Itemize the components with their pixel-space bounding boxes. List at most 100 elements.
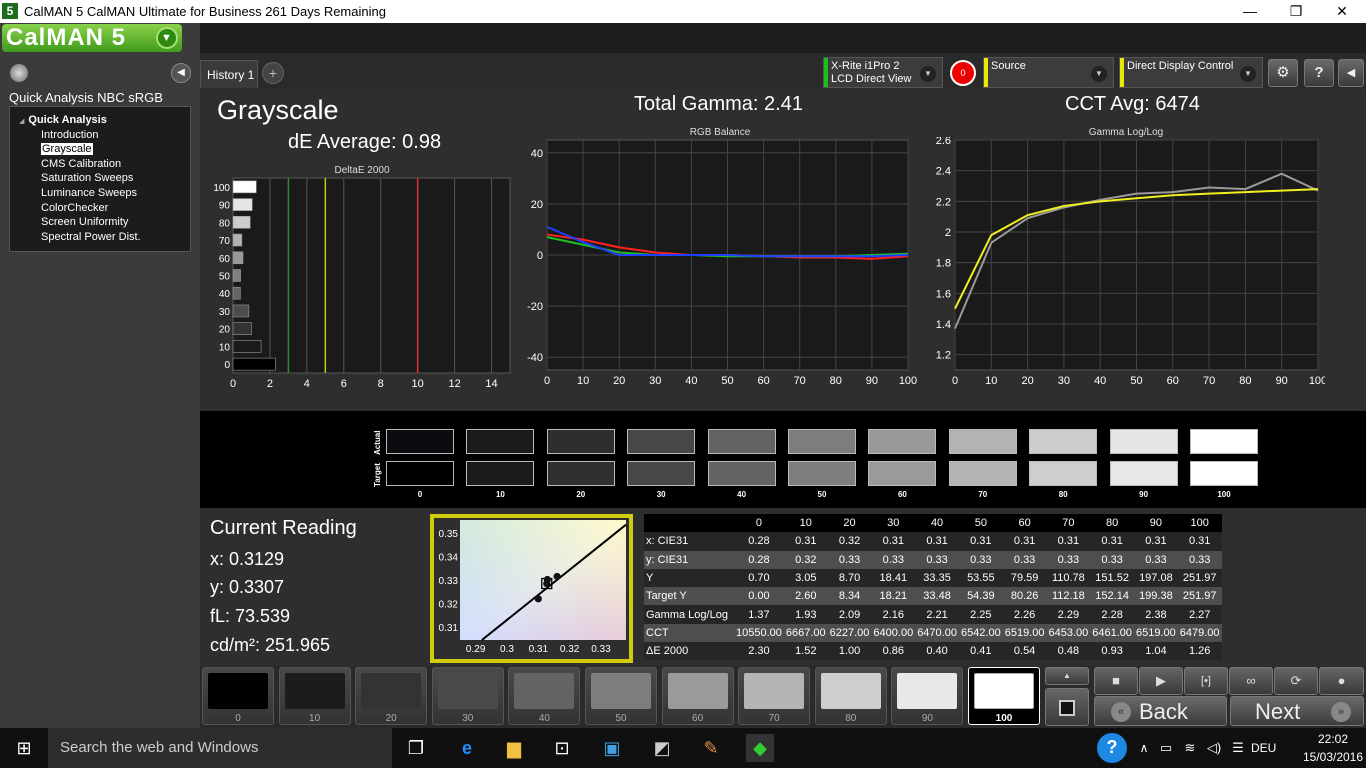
readings-table: 0 10 20 30 40 50 60 70 80 90 100 x: CIE31 0.28 0.31 0.… bbox=[644, 514, 1222, 661]
level-label: 80 bbox=[845, 713, 857, 724]
deltae-chart: 0 2 4 6 8 10 12 14 0 10 20 30 40 50 60 70 80 90 100 bbox=[213, 177, 511, 390]
x-tick-label: 70 bbox=[1203, 375, 1215, 387]
record-badge[interactable]: 0 bbox=[950, 60, 976, 86]
sidebar-item-introduction[interactable]: Introduction bbox=[41, 129, 98, 141]
tab-history-1[interactable]: History 1 bbox=[200, 60, 258, 88]
tree-root-quick-analysis[interactable]: ◢ Quick Analysis bbox=[19, 114, 107, 126]
level-button[interactable]: 0 bbox=[202, 667, 274, 725]
level-button[interactable]: 40 bbox=[508, 667, 581, 725]
target-swatch bbox=[1109, 461, 1178, 486]
next-button[interactable]: Next » bbox=[1230, 696, 1364, 726]
level-label: 60 bbox=[692, 713, 704, 724]
settings-gear-icon[interactable]: ⚙ bbox=[1268, 59, 1298, 87]
stop-measure-button[interactable] bbox=[1045, 688, 1089, 726]
level-button[interactable]: 70 bbox=[738, 667, 811, 725]
windows-start-icon[interactable]: ⊞ bbox=[10, 734, 38, 762]
stop-icon[interactable]: ■ bbox=[1094, 667, 1138, 695]
sidebar-item-spectral-power[interactable]: Spectral Power Dist. bbox=[41, 231, 141, 243]
actual-swatch bbox=[1190, 429, 1258, 454]
paint-icon[interactable]: ✎ bbox=[697, 734, 725, 762]
table-cell: 2.38 bbox=[1134, 605, 1178, 624]
file-explorer-icon[interactable]: ▆ bbox=[500, 734, 528, 762]
level-button[interactable]: 80 bbox=[814, 667, 887, 725]
circle-option-icon[interactable]: ● bbox=[1319, 667, 1364, 695]
cie-point bbox=[543, 575, 551, 584]
minimize-button[interactable]: — bbox=[1227, 0, 1273, 23]
display-selector[interactable]: Direct Display Control ▼ bbox=[1119, 57, 1263, 88]
maximize-button[interactable]: ❐ bbox=[1273, 0, 1319, 23]
meter-selector[interactable]: X-Rite i1Pro 2 LCD Direct View ▼ bbox=[823, 57, 943, 88]
control-panel-icon[interactable]: ▣ bbox=[598, 734, 626, 762]
close-button[interactable]: ✕ bbox=[1319, 0, 1365, 23]
sidebar-item-colorchecker[interactable]: ColorChecker bbox=[41, 202, 108, 214]
refresh-icon[interactable]: ⟳ bbox=[1274, 667, 1318, 695]
edge-browser-icon[interactable]: e bbox=[453, 734, 481, 762]
continuous-icon[interactable]: ∞ bbox=[1229, 667, 1273, 695]
actual-label: Actual bbox=[373, 430, 382, 455]
back-button[interactable]: « Back bbox=[1094, 696, 1227, 726]
y-tick-label: 40 bbox=[531, 148, 543, 160]
level-swatch bbox=[974, 673, 1034, 709]
table-cell: 0.33 bbox=[1177, 550, 1222, 569]
play-icon[interactable]: ▶ bbox=[1139, 667, 1183, 695]
x-tick-label: 20 bbox=[1021, 375, 1033, 387]
level-button[interactable]: 50 bbox=[585, 667, 657, 725]
row-label: Target Y bbox=[644, 587, 734, 606]
table-cell: 54.39 bbox=[958, 587, 1003, 606]
level-button[interactable]: 60 bbox=[661, 667, 734, 725]
level-button[interactable]: 30 bbox=[431, 667, 504, 725]
level-button[interactable]: 90 bbox=[891, 667, 964, 725]
store-icon[interactable]: ⊡ bbox=[548, 734, 576, 762]
sidebar-item-luminance-sweeps[interactable]: Luminance Sweeps bbox=[41, 187, 137, 199]
reading-y: y: 0.3307 bbox=[210, 577, 285, 597]
table-cell: 2.29 bbox=[1046, 605, 1091, 624]
y-tick-label: 20 bbox=[531, 199, 543, 211]
table-cell: 112.18 bbox=[1046, 587, 1091, 606]
status-orb-icon[interactable] bbox=[10, 64, 28, 82]
taskbar-search-input[interactable]: Search the web and Windows bbox=[48, 728, 392, 768]
source-selector[interactable]: Source ▼ bbox=[983, 57, 1114, 88]
action-center-icon[interactable]: ☰ bbox=[1224, 734, 1252, 762]
collapse-panel-button[interactable]: ◀ bbox=[171, 63, 191, 83]
table-cell: 2.16 bbox=[871, 605, 916, 624]
sidebar-item-grayscale[interactable]: Grayscale bbox=[41, 143, 93, 155]
up-arrow-button[interactable]: ▲ bbox=[1045, 667, 1089, 685]
deltae-bar bbox=[232, 269, 241, 282]
table-cell: 0.33 bbox=[1002, 550, 1047, 569]
swatch-level-label: 0 bbox=[417, 490, 423, 499]
target-swatch bbox=[386, 461, 454, 486]
task-view-icon[interactable]: ❐ bbox=[402, 734, 430, 762]
table-cell: 6453.00 bbox=[1046, 623, 1091, 643]
target-swatch bbox=[1190, 461, 1258, 486]
clock-time[interactable]: 22:02 bbox=[1308, 732, 1358, 746]
calman-taskbar-icon[interactable]: ◆ bbox=[746, 734, 774, 762]
table-cell: 110.78 bbox=[1046, 568, 1091, 588]
chevron-down-icon: ▼ bbox=[1091, 66, 1107, 82]
clock-date[interactable]: 15/03/2016 bbox=[1300, 750, 1366, 764]
graph-app-icon[interactable]: ◩ bbox=[648, 734, 676, 762]
level-button[interactable]: 10 bbox=[278, 667, 351, 725]
actual-swatch bbox=[627, 429, 696, 454]
sidebar-item-screen-uniformity[interactable]: Screen Uniformity bbox=[41, 216, 128, 228]
help-icon[interactable]: ? bbox=[1304, 59, 1334, 87]
table-row: ΔE 2000 2.30 1.52 1.00 0.86 0.40 0.41 0.54 0.48 0… bbox=[644, 642, 1222, 661]
help-question-icon[interactable]: ? bbox=[1097, 733, 1127, 763]
deltae-y-tick: 80 bbox=[219, 218, 231, 229]
expand-icon: ◢ bbox=[19, 118, 25, 125]
language-indicator[interactable]: DEU bbox=[1251, 741, 1276, 755]
deltae-bar bbox=[232, 322, 252, 335]
collapse-right-icon[interactable]: ◀ bbox=[1338, 59, 1364, 87]
sidebar-item-saturation-sweeps[interactable]: Saturation Sweeps bbox=[41, 172, 133, 184]
deltae-x-tick: 0 bbox=[230, 378, 236, 390]
deltae-y-tick: 90 bbox=[219, 201, 231, 212]
sidebar-item-cms-calibration[interactable]: CMS Calibration bbox=[41, 158, 121, 170]
add-tab-button[interactable]: + bbox=[262, 62, 284, 84]
table-cell: 6227.00 bbox=[827, 623, 872, 643]
cie-chart: 0.29 0.3 0.31 0.32 0.33 0.35 0.34 0.33 0.32 0.31 bbox=[439, 520, 627, 655]
y-tick-label: 1.8 bbox=[936, 258, 951, 270]
brand-menu-button[interactable]: CalMAN 5 ▼ bbox=[2, 24, 182, 52]
level-button[interactable]: 100 bbox=[968, 667, 1040, 725]
table-cell: 2.27 bbox=[1177, 605, 1222, 624]
measure-icon[interactable]: [•] bbox=[1184, 667, 1228, 695]
level-button[interactable]: 20 bbox=[355, 667, 428, 725]
